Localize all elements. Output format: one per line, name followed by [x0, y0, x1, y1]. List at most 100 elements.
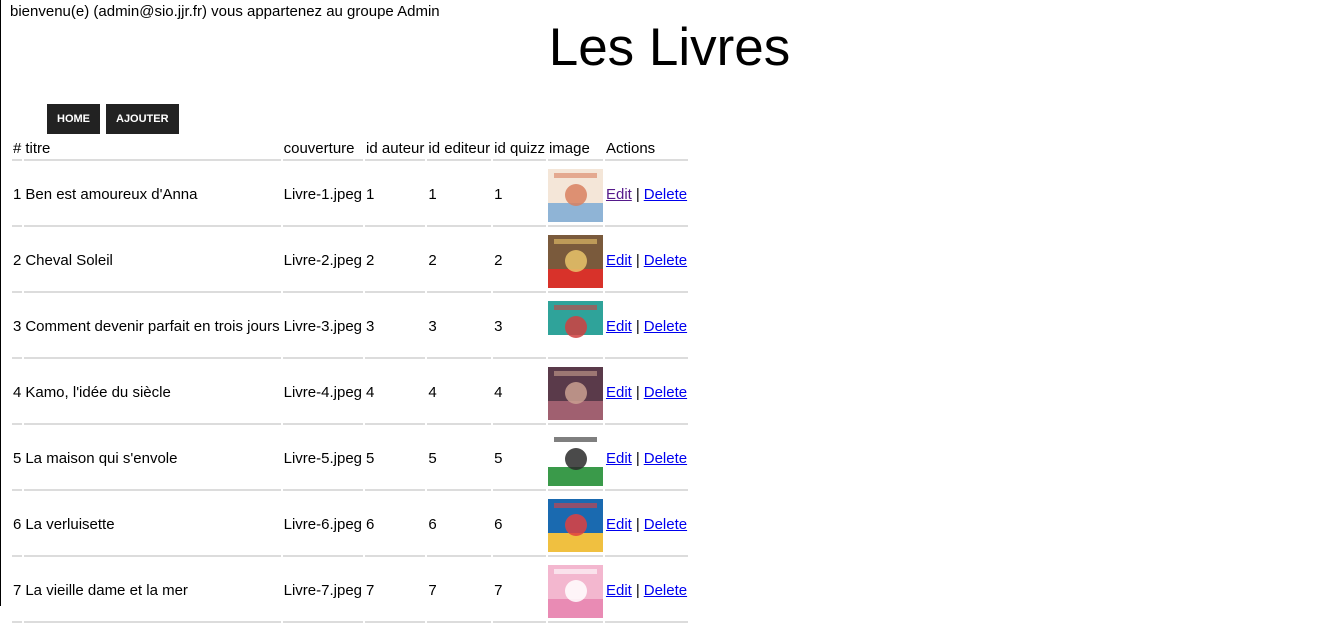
cell-author-id: 2 — [365, 229, 426, 293]
cell-image — [547, 295, 603, 359]
cell-title: Kamo, l'idée du siècle — [24, 361, 281, 425]
action-separator: | — [635, 383, 640, 401]
book-cover-image — [547, 498, 603, 552]
home-button[interactable]: HOME — [47, 104, 100, 134]
nav-bar: HOME AJOUTER — [47, 104, 179, 134]
book-cover-image — [547, 300, 603, 354]
cell-cover: Livre-4.jpeg — [282, 361, 364, 425]
table-row: 3 Comment devenir parfait en trois jours L… — [12, 295, 689, 359]
table-row: 1 Ben est amoureux d'Anna Livre-1.jpeg 1 1 1 E… — [12, 163, 689, 227]
page-title: Les Livres — [548, 18, 791, 77]
action-separator: | — [635, 251, 640, 269]
action-separator: | — [635, 185, 640, 203]
cell-id: 6 — [12, 493, 23, 557]
cell-actions: Edit | Delete — [604, 427, 689, 491]
delete-link[interactable]: Delete — [644, 318, 687, 335]
cell-id: 3 — [12, 295, 23, 359]
cell-actions: Edit | Delete — [604, 559, 689, 623]
column-header-publisher-id: id editeur — [427, 138, 492, 161]
cell-image — [547, 493, 603, 557]
cell-image — [547, 163, 603, 227]
delete-link[interactable]: Delete — [644, 252, 687, 269]
table-header-row: # titre couverture id auteur id editeur … — [12, 138, 689, 161]
edit-link[interactable]: Edit — [606, 186, 632, 203]
cell-author-id: 1 — [365, 163, 426, 227]
edit-link[interactable]: Edit — [606, 450, 632, 467]
table-row: 5 La maison qui s'envole Livre-5.jpeg 5 5 5 Ed… — [12, 427, 689, 491]
table-row: 7 La vieille dame et la mer Livre-7.jpeg 7 7… — [12, 559, 689, 623]
cell-cover: Livre-6.jpeg — [282, 493, 364, 557]
cell-quiz-id: 5 — [493, 427, 546, 491]
cell-quiz-id: 1 — [493, 163, 546, 227]
cell-id: 7 — [12, 559, 23, 623]
cell-actions: Edit | Delete — [604, 493, 689, 557]
cell-quiz-id: 2 — [493, 229, 546, 293]
edit-link[interactable]: Edit — [606, 252, 632, 269]
book-cover-image — [547, 366, 603, 420]
delete-link[interactable]: Delete — [644, 582, 687, 599]
cell-id: 4 — [12, 361, 23, 425]
cell-quiz-id: 3 — [493, 295, 546, 359]
cell-actions: Edit | Delete — [604, 361, 689, 425]
cell-publisher-id: 4 — [427, 361, 492, 425]
edit-link[interactable]: Edit — [606, 516, 632, 533]
cell-cover: Livre-5.jpeg — [282, 427, 364, 491]
cell-actions: Edit | Delete — [604, 163, 689, 227]
cell-author-id: 7 — [365, 559, 426, 623]
cell-cover: Livre-3.jpeg — [282, 295, 364, 359]
cell-id: 1 — [12, 163, 23, 227]
cell-id: 2 — [12, 229, 23, 293]
column-header-actions: Actions — [604, 138, 689, 161]
column-header-cover: couverture — [282, 138, 364, 161]
cell-title: Comment devenir parfait en trois jours — [24, 295, 281, 359]
cell-actions: Edit | Delete — [604, 229, 689, 293]
cell-image — [547, 361, 603, 425]
cell-title: La maison qui s'envole — [24, 427, 281, 491]
delete-link[interactable]: Delete — [644, 516, 687, 533]
column-header-title: titre — [24, 138, 281, 161]
book-cover-image — [547, 432, 603, 486]
add-book-button[interactable]: AJOUTER — [106, 104, 179, 134]
cell-publisher-id: 7 — [427, 559, 492, 623]
edit-link[interactable]: Edit — [606, 582, 632, 599]
cell-author-id: 5 — [365, 427, 426, 491]
cell-quiz-id: 7 — [493, 559, 546, 623]
cell-quiz-id: 4 — [493, 361, 546, 425]
cell-author-id: 4 — [365, 361, 426, 425]
cell-publisher-id: 2 — [427, 229, 492, 293]
table-row: 4 Kamo, l'idée du siècle Livre-4.jpeg 4 4 4 Ed… — [12, 361, 689, 425]
cell-image — [547, 559, 603, 623]
cell-actions: Edit | Delete — [604, 295, 689, 359]
cell-title: La verluisette — [24, 493, 281, 557]
cell-title: La vieille dame et la mer — [24, 559, 281, 623]
book-cover-image — [547, 234, 603, 288]
book-cover-image — [547, 168, 603, 222]
column-header-image: image — [547, 138, 603, 161]
cell-cover: Livre-1.jpeg — [282, 163, 364, 227]
cell-author-id: 6 — [365, 493, 426, 557]
table-row: 6 La verluisette Livre-6.jpeg 6 6 6 Edit | Delet… — [12, 493, 689, 557]
cell-publisher-id: 6 — [427, 493, 492, 557]
cell-publisher-id: 5 — [427, 427, 492, 491]
action-separator: | — [635, 317, 640, 335]
column-header-quiz-id: id quizz — [493, 138, 546, 161]
delete-link[interactable]: Delete — [644, 384, 687, 401]
cell-image — [547, 229, 603, 293]
books-table: # titre couverture id auteur id editeur … — [10, 136, 690, 625]
action-separator: | — [635, 515, 640, 533]
action-separator: | — [635, 581, 640, 599]
column-header-author-id: id auteur — [365, 138, 426, 161]
column-header-id: # — [12, 138, 23, 161]
table-row: 2 Cheval Soleil Livre-2.jpeg 2 2 2 Edit | Delete — [12, 229, 689, 293]
cell-id: 5 — [12, 427, 23, 491]
cell-publisher-id: 1 — [427, 163, 492, 227]
edit-link[interactable]: Edit — [606, 318, 632, 335]
cell-publisher-id: 3 — [427, 295, 492, 359]
delete-link[interactable]: Delete — [644, 186, 687, 203]
cell-author-id: 3 — [365, 295, 426, 359]
action-separator: | — [635, 449, 640, 467]
cell-title: Cheval Soleil — [24, 229, 281, 293]
edit-link[interactable]: Edit — [606, 384, 632, 401]
cell-cover: Livre-7.jpeg — [282, 559, 364, 623]
delete-link[interactable]: Delete — [644, 450, 687, 467]
